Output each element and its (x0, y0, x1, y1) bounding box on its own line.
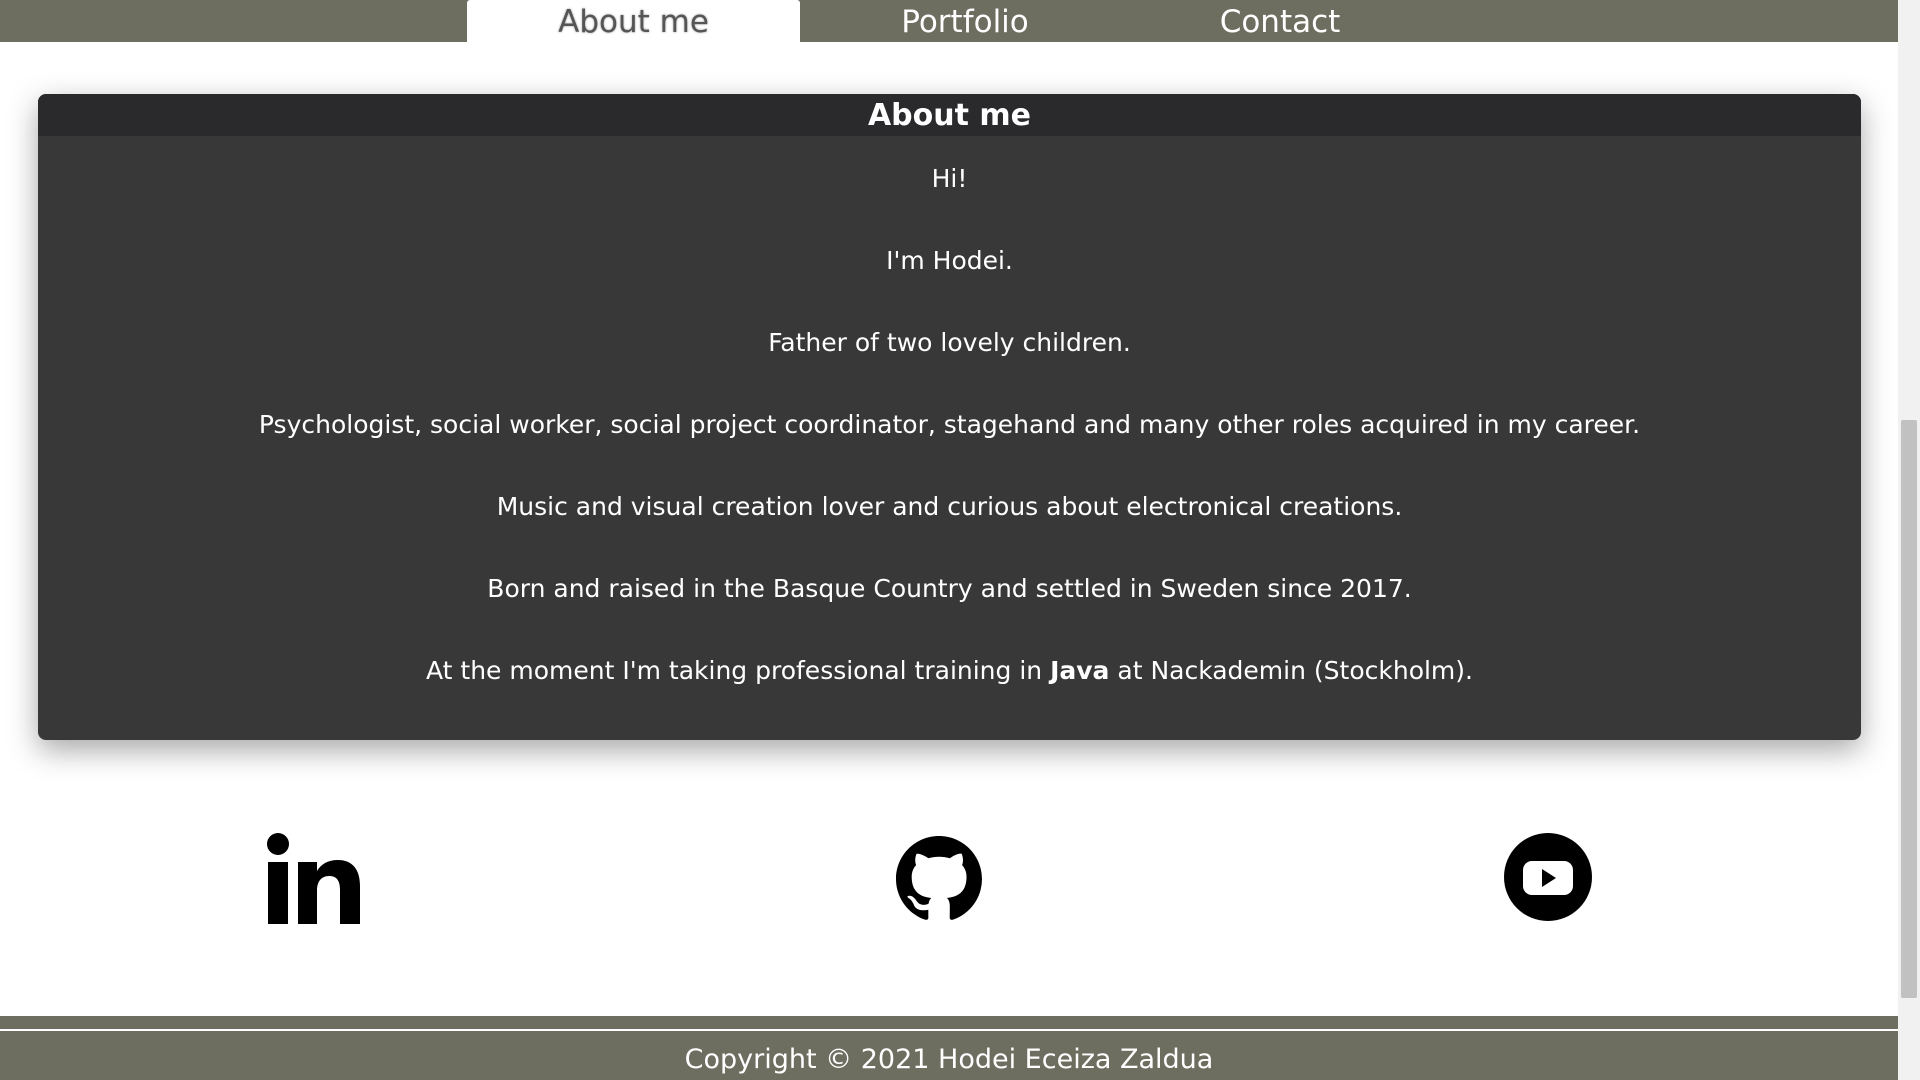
about-paragraph: I'm Hodei. (886, 246, 1013, 275)
scrollbar-thumb[interactable] (1901, 420, 1917, 998)
about-body: Hi! I'm Hodei. Father of two lovely chil… (38, 136, 1861, 736)
tab-about-me[interactable]: About me (467, 0, 800, 42)
about-title: About me (38, 94, 1861, 136)
footer: Copyright © 2021 Hodei Eceiza Zaldua (0, 1016, 1898, 1080)
about-paragraph-training: At the moment I'm taking professional tr… (38, 654, 1861, 736)
page: About me Portfolio Contact About me Hi! … (0, 0, 1898, 1080)
youtube-icon[interactable] (1503, 832, 1593, 922)
java-highlight: Java (1050, 656, 1110, 685)
about-paragraph: Psychologist, social worker, social proj… (258, 410, 1641, 439)
vertical-scrollbar[interactable] (1898, 0, 1920, 1080)
training-text-end: at Nackademin (Stockholm). (1109, 656, 1473, 685)
github-icon[interactable] (896, 836, 982, 922)
tab-portfolio[interactable]: Portfolio (820, 0, 1110, 42)
copyright-text: Copyright © 2021 Hodei Eceiza Zaldua (684, 1044, 1214, 1075)
about-paragraph: Music and visual creation lover and curi… (496, 492, 1403, 521)
top-nav: About me Portfolio Contact (0, 0, 1898, 42)
tab-contact[interactable]: Contact (1140, 0, 1420, 42)
footer-divider (0, 1029, 1898, 1031)
linkedin-icon[interactable] (266, 830, 362, 926)
about-paragraph: Hi! (931, 164, 968, 193)
about-paragraph: Father of two lovely children. (768, 328, 1131, 357)
training-text-start: At the moment I'm taking professional tr… (426, 656, 1051, 685)
about-card: About me Hi! I'm Hodei. Father of two lo… (38, 94, 1861, 740)
about-paragraph: Born and raised in the Basque Country an… (487, 574, 1412, 603)
